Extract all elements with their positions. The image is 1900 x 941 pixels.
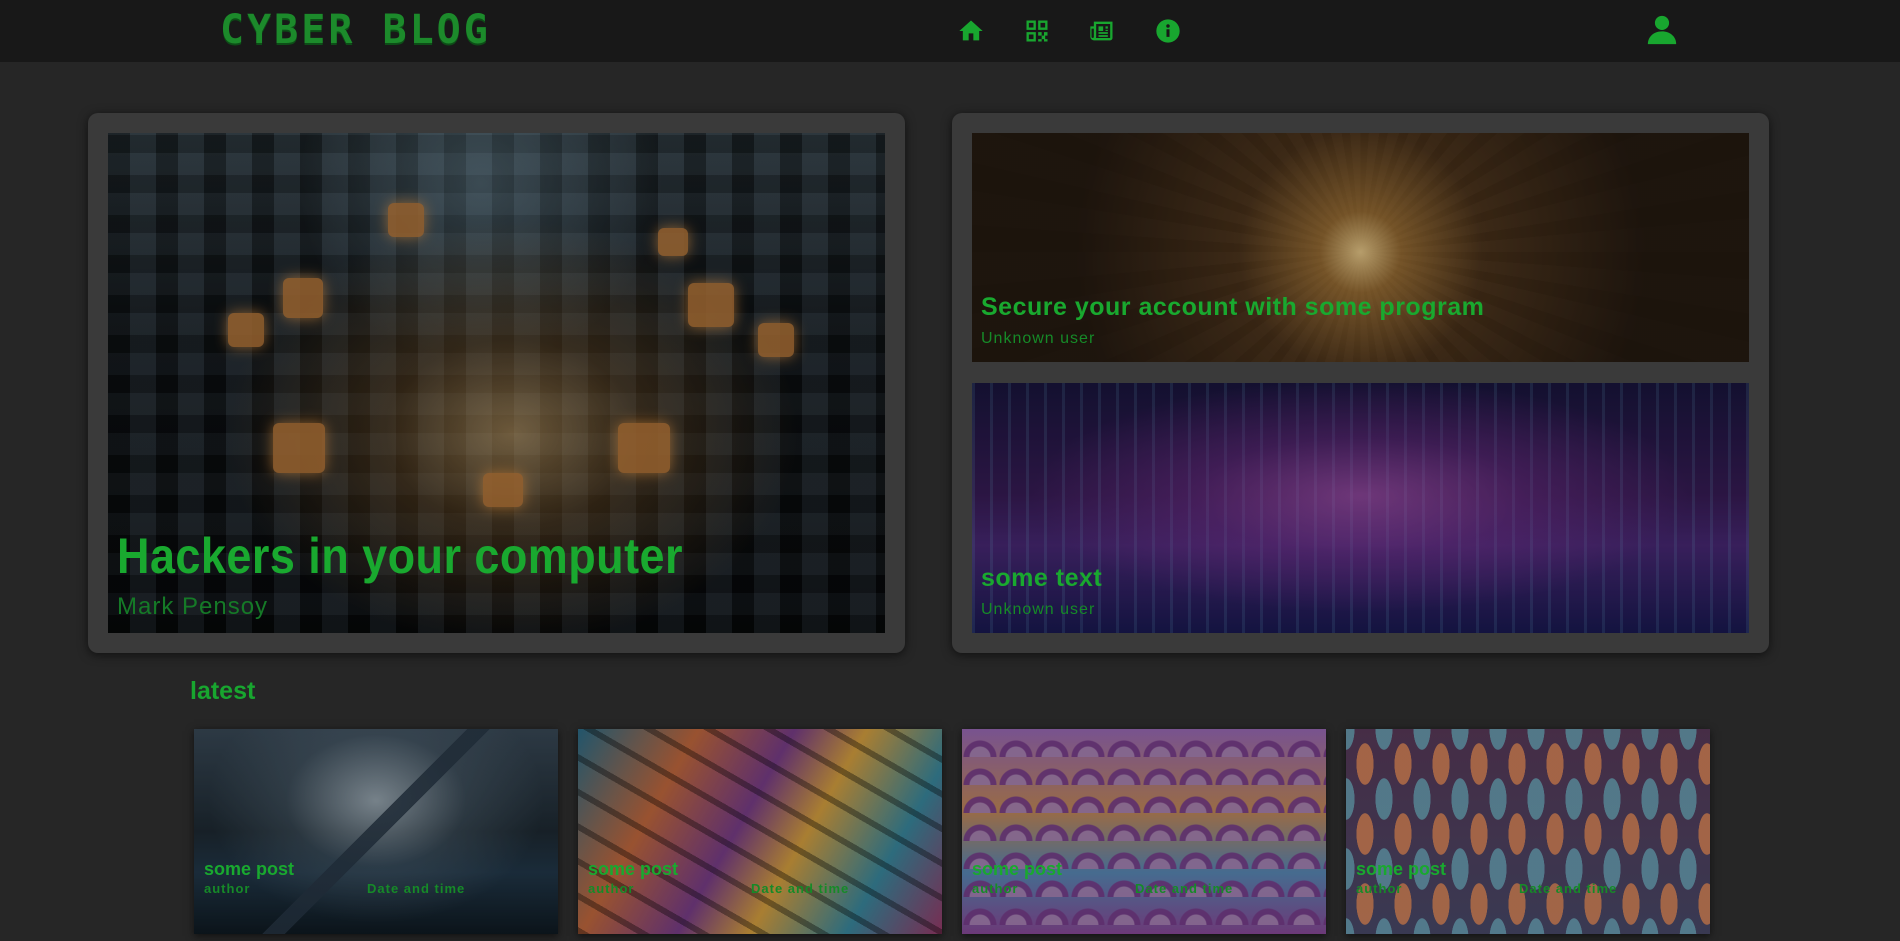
post-author: author (204, 881, 251, 896)
featured-main-author: Mark Pensoy (117, 593, 269, 620)
post-author: author (1356, 881, 1403, 896)
home-icon[interactable] (955, 15, 987, 47)
site-logo[interactable]: CYBER BLOG (220, 8, 491, 52)
post-date: Date and time (367, 881, 466, 896)
post-author: author (972, 881, 1019, 896)
featured-side-card-1[interactable]: Secure your account with some program Un… (972, 133, 1749, 362)
featured-side-author-1: Unknown user (981, 330, 1096, 347)
featured-main-title: Hackers in your computer (117, 528, 683, 584)
latest-post-card[interactable]: some post author Date and time (1346, 729, 1710, 934)
latest-post-card[interactable]: some post author Date and time (578, 729, 942, 934)
latest-post-card[interactable]: some post author Date and time (962, 729, 1326, 934)
info-icon[interactable] (1152, 15, 1184, 47)
post-author: author (588, 881, 635, 896)
featured-side-title-2: some text (981, 564, 1103, 592)
featured-side-panel: Secure your account with some program Un… (952, 113, 1769, 653)
featured-main-card[interactable]: Hackers in your computer Mark Pensoy (108, 133, 885, 633)
post-title: some post (972, 859, 1063, 879)
post-date: Date and time (751, 881, 850, 896)
user-icon[interactable] (1645, 13, 1679, 47)
latest-post-card[interactable]: some post author Date and time (194, 729, 558, 934)
newspaper-icon[interactable] (1086, 15, 1118, 47)
featured-main-panel: Hackers in your computer Mark Pensoy (88, 113, 905, 653)
latest-heading: latest (190, 677, 256, 705)
post-title: some post (1356, 859, 1447, 879)
post-date: Date and time (1519, 881, 1618, 896)
featured-side-title-1: Secure your account with some program (981, 293, 1485, 321)
post-title: some post (588, 859, 679, 879)
featured-side-card-2[interactable]: some text Unknown user (972, 383, 1749, 633)
featured-side-author-2: Unknown user (981, 601, 1096, 618)
post-date: Date and time (1135, 881, 1234, 896)
qr-code-icon[interactable] (1021, 15, 1053, 47)
post-title: some post (204, 859, 295, 879)
top-navigation-bar: CYBER BLOG (0, 0, 1900, 62)
